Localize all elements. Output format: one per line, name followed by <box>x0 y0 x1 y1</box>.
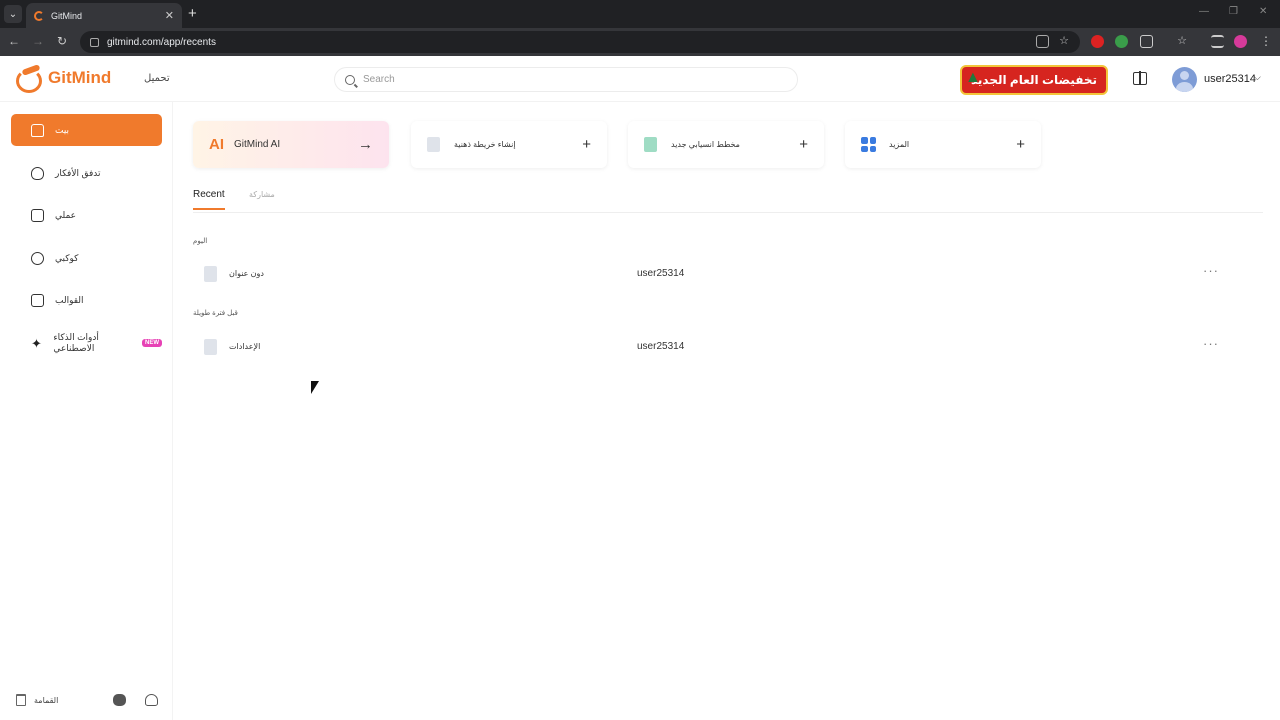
browser-tab-bar: ⌄ GitMind ✕ + — ❐ ✕ <box>0 0 1280 28</box>
christmas-tree-icon: ▲ <box>965 69 981 86</box>
card-label: GitMind AI <box>234 139 281 150</box>
list-item[interactable]: دون عنوان user25314 ··· <box>193 259 1263 289</box>
section-label-long-ago: قبل فترة طويلة <box>193 310 238 317</box>
minimize-icon[interactable]: — <box>1199 6 1209 17</box>
gift-icon[interactable] <box>1133 71 1147 85</box>
plus-icon[interactable]: + <box>582 136 591 153</box>
planet-icon <box>31 251 44 265</box>
extensions-puzzle-icon[interactable] <box>1140 35 1153 48</box>
home-icon <box>31 123 44 137</box>
app-header: GitMind تحميل ▲ تخفيضات العام الجديد use… <box>0 56 1280 102</box>
gitmind-ai-card[interactable]: AI GitMind AI → <box>193 121 389 168</box>
file-owner: user25314 <box>637 268 685 279</box>
tab-title: GitMind <box>51 10 83 21</box>
mind-map-file-icon <box>427 137 440 152</box>
sidebar: بيت تدفق الأفكار عملي كوكبي القوالب ✦ أد… <box>0 102 173 720</box>
new-year-promo-banner[interactable]: ▲ تخفيضات العام الجديد <box>960 65 1108 95</box>
card-label: المزيد <box>889 140 910 149</box>
sidebar-item-templates[interactable]: القوالب <box>11 284 162 316</box>
discord-icon[interactable] <box>113 694 126 706</box>
grid-apps-icon <box>861 137 876 152</box>
sidebar-item-label: عملي <box>55 209 77 220</box>
arrow-right-icon[interactable]: → <box>358 136 373 153</box>
template-icon <box>31 293 44 307</box>
bulb-icon <box>31 166 44 180</box>
ai-logo-icon: AI <box>209 136 224 153</box>
chevron-down-icon[interactable]: ⌵ <box>1254 72 1261 83</box>
user-name[interactable]: user25314 <box>1204 73 1256 85</box>
promo-text: تخفيضات العام الجديد <box>970 73 1098 87</box>
file-owner: user25314 <box>637 341 685 352</box>
card-label: إنشاء خريطة ذهنية <box>454 140 516 149</box>
more-options-icon[interactable]: ··· <box>1203 336 1219 351</box>
file-tabs: Recent مشاركة <box>193 187 1263 213</box>
section-label-today: اليوم <box>193 238 208 245</box>
search-box[interactable] <box>334 67 798 92</box>
mouse-cursor-icon <box>311 381 319 394</box>
tab-recent[interactable]: Recent <box>193 189 225 210</box>
site-info-icon[interactable] <box>90 37 99 47</box>
sidebar-item-ai-tools[interactable]: ✦ أدوات الذكاء الاصطناعي NEW <box>11 327 162 359</box>
file-icon <box>204 339 217 355</box>
sidebar-item-ideas-flow[interactable]: تدفق الأفكار <box>11 157 162 189</box>
document-icon <box>31 208 44 222</box>
url-field[interactable]: gitmind.com/app/recents <box>80 31 1080 53</box>
flowchart-file-icon <box>644 137 657 152</box>
bookmark-star-icon[interactable]: ☆ <box>1056 34 1072 47</box>
sidebar-item-home[interactable]: بيت <box>11 114 162 146</box>
trash-label[interactable]: القمامة <box>34 696 58 705</box>
gitmind-favicon <box>34 10 44 21</box>
close-window-icon[interactable]: ✕ <box>1259 6 1267 17</box>
browser-menu-icon[interactable]: ⋮ <box>1258 34 1274 48</box>
support-headset-icon[interactable] <box>145 694 158 706</box>
sidebar-item-label: القوالب <box>55 294 84 305</box>
tab-search-button[interactable]: ⌄ <box>4 5 22 23</box>
more-card[interactable]: المزيد + <box>845 121 1041 168</box>
new-badge: NEW <box>142 339 162 347</box>
sparkle-icon: ✦ <box>31 335 42 351</box>
card-label: مخطط انسيابي جديد <box>671 140 740 149</box>
sidebar-item-my-planet[interactable]: كوكبي <box>11 242 162 274</box>
favorites-icon[interactable]: ☆ <box>1174 34 1190 47</box>
extension-red-icon[interactable] <box>1091 35 1104 48</box>
trash-icon[interactable] <box>16 694 26 706</box>
sidebar-footer: القمامة <box>0 692 173 712</box>
browser-tab[interactable]: GitMind ✕ <box>26 3 182 28</box>
extension-green-icon[interactable] <box>1115 35 1128 48</box>
file-name[interactable]: دون عنوان <box>229 269 264 278</box>
browser-address-bar: ← → ↻ gitmind.com/app/recents ☆ ☆ ⋮ <box>0 28 1280 56</box>
plus-icon[interactable]: + <box>799 136 808 153</box>
new-tab-button[interactable]: + <box>188 5 197 22</box>
new-flowchart-card[interactable]: مخطط انسيابي جديد + <box>628 121 824 168</box>
search-input[interactable] <box>363 74 763 85</box>
list-item[interactable]: الإعدادات user25314 ··· <box>193 332 1263 362</box>
file-icon <box>204 266 217 282</box>
tab-shared[interactable]: مشاركة <box>249 190 275 199</box>
sidebar-item-label: كوكبي <box>55 252 79 263</box>
profile-avatar-icon[interactable] <box>1234 35 1247 48</box>
download-link[interactable]: تحميل <box>144 73 170 84</box>
sidebar-item-label: تدفق الأفكار <box>55 167 101 178</box>
restore-icon[interactable]: ❐ <box>1229 6 1238 17</box>
close-tab-icon[interactable]: ✕ <box>165 9 174 22</box>
file-name[interactable]: الإعدادات <box>229 342 260 351</box>
avatar[interactable] <box>1172 67 1197 92</box>
search-icon <box>345 74 355 85</box>
more-options-icon[interactable]: ··· <box>1203 263 1219 278</box>
plus-icon[interactable]: + <box>1016 136 1025 153</box>
url-text: gitmind.com/app/recents <box>107 36 216 48</box>
sidebar-item-label: بيت <box>55 124 70 135</box>
sidebar-item-my-work[interactable]: عملي <box>11 199 162 231</box>
gitmind-logo-icon <box>14 67 42 93</box>
gitmind-logo[interactable]: GitMind <box>14 67 112 93</box>
translate-icon[interactable] <box>1036 35 1049 48</box>
back-icon[interactable]: ← <box>6 34 22 48</box>
reading-list-icon[interactable] <box>1211 35 1224 48</box>
create-mind-map-card[interactable]: إنشاء خريطة ذهنية + <box>411 121 607 168</box>
forward-icon[interactable]: → <box>30 34 46 48</box>
logo-text: GitMind <box>48 68 112 87</box>
sidebar-item-label: أدوات الذكاء الاصطناعي <box>53 332 99 353</box>
reload-icon[interactable]: ↻ <box>54 34 70 48</box>
